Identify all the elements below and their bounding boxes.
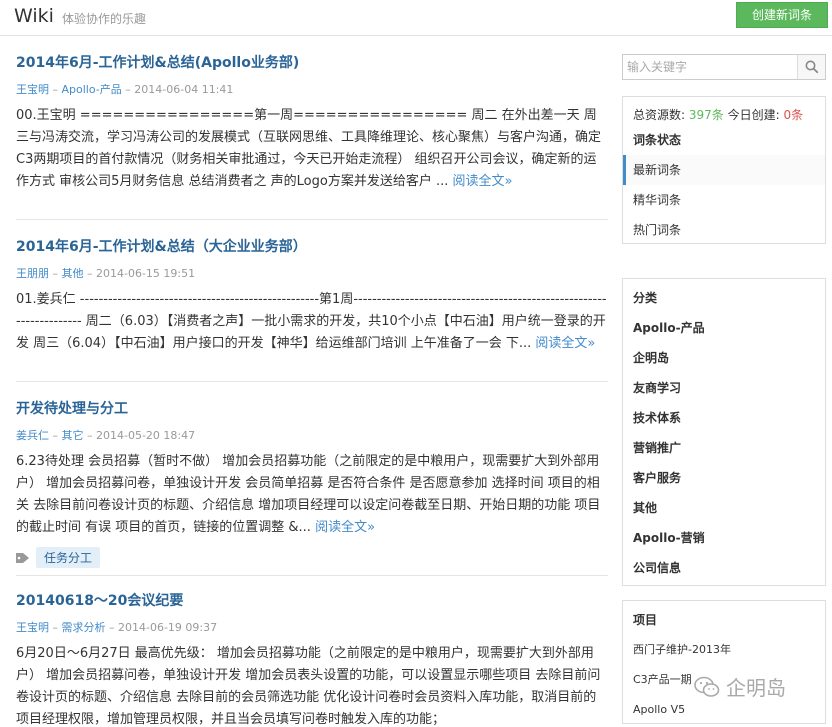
- post-date: 2014-05-20 18:47: [96, 429, 196, 442]
- post-item: 20140618～20会议纪要 王宝明 – 需求分析 – 2014-06-19 …: [16, 590, 608, 727]
- post-date: 2014-06-15 19:51: [96, 267, 196, 280]
- category-item[interactable]: Apollo-营销: [623, 523, 825, 553]
- search-icon: [805, 60, 818, 74]
- status-item-latest[interactable]: 最新词条: [623, 155, 825, 185]
- post-category[interactable]: 需求分析: [62, 621, 106, 634]
- category-item[interactable]: Apollo-产品: [623, 313, 825, 343]
- category-item[interactable]: 公司信息: [623, 553, 825, 583]
- post-author[interactable]: 王宝明: [16, 621, 49, 634]
- post-author[interactable]: 王宝明: [16, 83, 49, 96]
- search-button[interactable]: [797, 55, 825, 79]
- post-excerpt-text: 00.王宝明 ================第一周==============…: [16, 108, 602, 189]
- today-count: 0条: [783, 108, 804, 122]
- read-more-link[interactable]: 阅读全文»: [453, 174, 513, 189]
- post-excerpt: 00.王宝明 ================第一周==============…: [16, 105, 608, 193]
- post-item: 2014年6月-工作计划&总结(Apollo业务部) 王宝明 – Apollo-…: [16, 52, 608, 220]
- site-logo[interactable]: Wiki: [14, 5, 54, 27]
- category-item[interactable]: 营销推广: [623, 433, 825, 463]
- watermark-text: 企明岛: [726, 676, 786, 700]
- post-meta: 王宝明 – 需求分析 – 2014-06-19 09:37: [16, 621, 218, 634]
- today-label: 今日创建:: [727, 108, 780, 122]
- resource-stats: 总资源数: 397条 今日创建: 0条: [623, 97, 825, 125]
- status-heading: 词条状态: [633, 133, 682, 147]
- category-item[interactable]: 技术体系: [623, 403, 825, 433]
- watermark: 企明岛: [694, 672, 786, 701]
- post-date: 2014-06-04 11:41: [134, 83, 234, 96]
- create-entry-button[interactable]: 创建新词条: [736, 2, 828, 28]
- category-item[interactable]: 其他: [623, 493, 825, 523]
- category-item[interactable]: 友商学习: [623, 373, 825, 403]
- post-item: 2014年6月-工作计划&总结（大企业业务部） 王朋朋 – 其他 – 2014-…: [16, 236, 608, 382]
- total-label: 总资源数:: [633, 108, 686, 122]
- post-item: 开发待处理与分工 姜兵仁 – 其它 – 2014-05-20 18:47 6.2…: [16, 398, 608, 576]
- site-slogan: 体验协作的乐趣: [62, 12, 147, 26]
- top-bar: Wiki 体验协作的乐趣 创建新词条: [0, 0, 832, 36]
- post-title[interactable]: 20140618～20会议纪要: [16, 590, 608, 610]
- status-item-popular[interactable]: 热门词条: [623, 215, 825, 245]
- post-title[interactable]: 2014年6月-工作计划&总结(Apollo业务部): [16, 52, 608, 72]
- wechat-icon: [694, 676, 720, 697]
- total-count: 397条: [688, 108, 724, 122]
- post-title[interactable]: 开发待处理与分工: [16, 398, 608, 418]
- status-panel: 总资源数: 397条 今日创建: 0条 词条状态 最新词条 精华词条 热门词条: [622, 96, 826, 244]
- post-category[interactable]: 其它: [62, 429, 84, 442]
- post-date: 2014-06-19 09:37: [118, 621, 218, 634]
- post-tag[interactable]: 任务分工: [36, 547, 101, 568]
- project-item[interactable]: 西门子维护-2013年: [623, 635, 825, 665]
- read-more-link[interactable]: 阅读全文»: [315, 520, 375, 535]
- post-author[interactable]: 姜兵仁: [16, 429, 49, 442]
- post-category[interactable]: 其他: [62, 267, 84, 280]
- post-excerpt: 6月20日～6月27日 最高优先级： 增加会员招募功能（之前限定的是中粮用户，现…: [16, 643, 608, 727]
- tag-icon: [16, 552, 29, 563]
- category-panel: 分类 Apollo-产品 企明岛 友商学习 技术体系 营销推广 客户服务 其他 …: [622, 278, 826, 586]
- category-item[interactable]: 客户服务: [623, 463, 825, 493]
- post-meta: 王朋朋 – 其他 – 2014-06-15 19:51: [16, 267, 196, 280]
- category-heading: 分类: [633, 291, 658, 305]
- post-excerpt-text: 6.23待处理 会员招募（暂时不做） 增加会员招募功能（之前限定的是中粮用户，现…: [16, 454, 601, 535]
- category-item[interactable]: 企明岛: [623, 343, 825, 373]
- post-category[interactable]: Apollo-产品: [62, 83, 122, 96]
- read-more-link[interactable]: 阅读全文»: [535, 336, 595, 351]
- search-box: [622, 54, 826, 80]
- search-input[interactable]: [623, 55, 797, 79]
- post-excerpt-text: 01.姜兵仁 ---------------------------------…: [16, 292, 607, 351]
- post-meta: 王宝明 – Apollo-产品 – 2014-06-04 11:41: [16, 83, 234, 96]
- status-item-featured[interactable]: 精华词条: [623, 185, 825, 215]
- post-excerpt: 01.姜兵仁 ---------------------------------…: [16, 289, 608, 355]
- post-meta: 姜兵仁 – 其它 – 2014-05-20 18:47: [16, 429, 196, 442]
- post-title[interactable]: 2014年6月-工作计划&总结（大企业业务部）: [16, 236, 608, 256]
- post-author[interactable]: 王朋朋: [16, 267, 49, 280]
- post-excerpt-text: 6月20日～6月27日 最高优先级： 增加会员招募功能（之前限定的是中粮用户，现…: [16, 646, 601, 727]
- post-excerpt: 6.23待处理 会员招募（暂时不做） 增加会员招募功能（之前限定的是中粮用户，现…: [16, 451, 608, 539]
- post-tags: 任务分工: [16, 547, 608, 568]
- project-panel: 项目 西门子维护-2013年 C3产品一期 Apollo V5: [622, 600, 826, 724]
- project-heading: 项目: [633, 613, 658, 627]
